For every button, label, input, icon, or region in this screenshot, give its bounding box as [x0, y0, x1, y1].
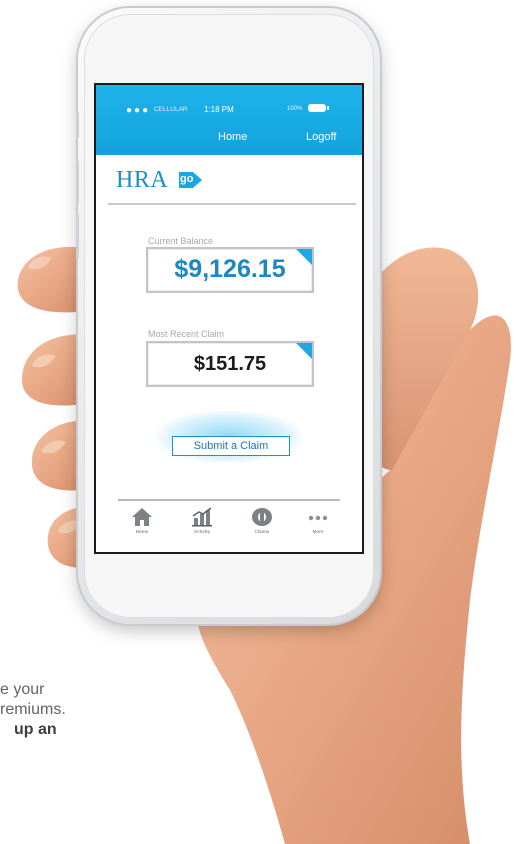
current-balance-box: $9,126.15 — [146, 247, 314, 293]
phone-volume-down — [76, 214, 79, 258]
recent-claim-box: $151.75 — [146, 341, 314, 387]
app-screen: ●●● CELLULAR 1:18 PM 100% Home Logoff HR… — [94, 83, 364, 554]
tab-activity-label: Activity — [193, 529, 211, 534]
phone-side-button — [76, 112, 79, 138]
corner-flag-icon — [296, 343, 312, 359]
tab-more[interactable]: More — [292, 507, 344, 547]
recent-claim-label: Most Recent Claim — [148, 329, 225, 339]
home-icon — [132, 508, 152, 526]
carrier-label: CELLULAR — [154, 106, 188, 113]
corner-flag-icon — [296, 249, 312, 265]
header-divider — [108, 203, 356, 205]
more-dots-icon — [308, 515, 328, 521]
tagline-line-1: e your — [0, 681, 45, 698]
tagline-line-3: up an — [14, 721, 57, 738]
signal-icon: ●●● — [126, 105, 151, 116]
battery-percent: 100% — [287, 106, 303, 112]
tab-home[interactable]: Home — [116, 507, 168, 547]
nav-logoff-link[interactable]: Logoff — [306, 131, 336, 143]
activity-chart-icon — [192, 507, 212, 527]
app-header: ●●● CELLULAR 1:18 PM 100% Home Logoff — [96, 85, 362, 155]
current-balance-value: $9,126.15 — [174, 255, 286, 283]
nav-home-link[interactable]: Home — [218, 131, 247, 143]
recent-claim-value: $151.75 — [193, 353, 267, 375]
tab-more-label: More — [312, 529, 324, 534]
battery-icon — [308, 104, 329, 112]
tab-claims[interactable]: Claims — [236, 507, 288, 547]
tab-bar-divider — [118, 499, 340, 501]
tab-home-label: Home — [135, 529, 149, 534]
tagline-line-2: remiums. — [0, 701, 66, 718]
current-balance-label: Current Balance — [148, 236, 214, 246]
logo-text: HRA — [116, 167, 169, 193]
tab-claims-label: Claims — [254, 529, 270, 534]
tab-activity[interactable]: Activity — [176, 507, 228, 547]
logo-badge-text: go — [180, 173, 194, 185]
clock: 1:18 PM — [204, 105, 234, 114]
phone-volume-up — [76, 160, 79, 204]
claims-icon — [252, 508, 272, 526]
submit-claim-button[interactable]: Submit a Claim — [172, 436, 290, 456]
go-badge-icon: go — [177, 171, 203, 189]
